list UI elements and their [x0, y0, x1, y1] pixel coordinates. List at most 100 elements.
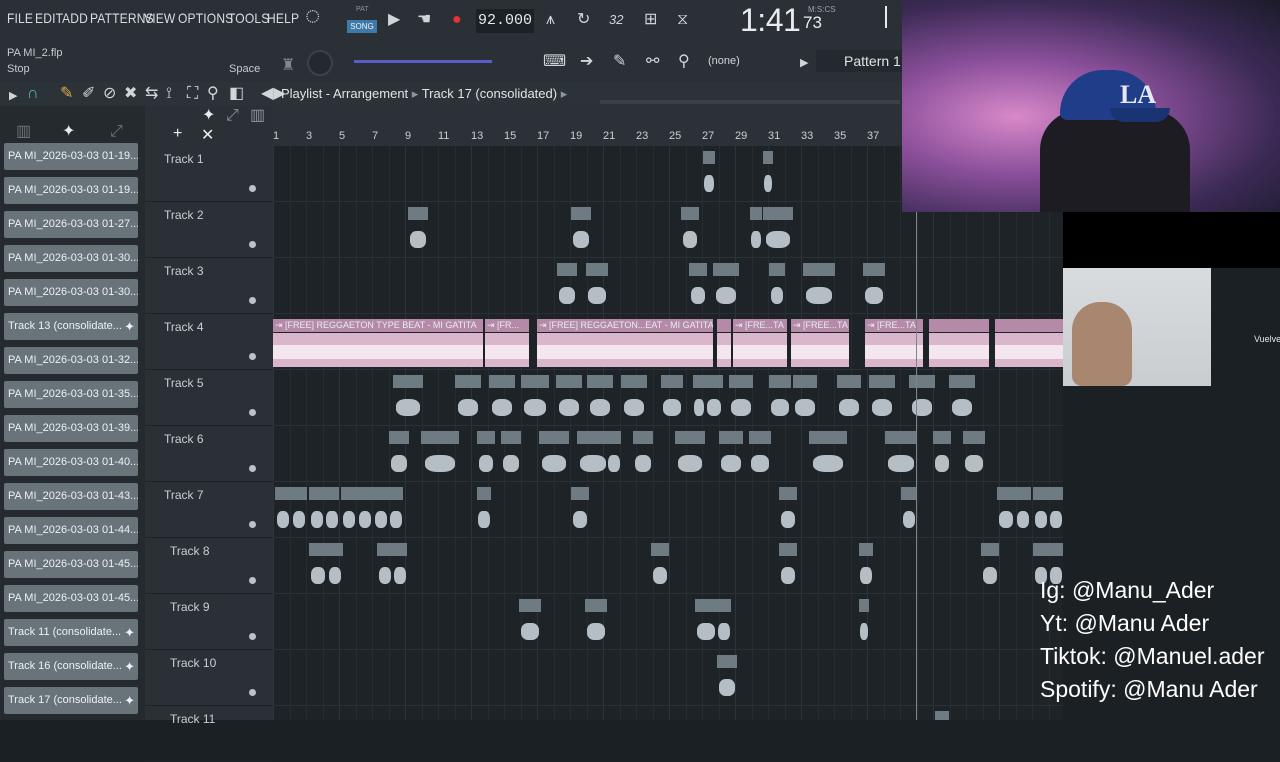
clip[interactable] [779, 543, 797, 591]
clip-header[interactable] [607, 431, 621, 444]
audio-clip[interactable]: ⇥ [FREE] REGGAETON TYPE BEAT - MI GATITA [273, 319, 483, 367]
metronome-dial-icon[interactable]: ◌ [305, 2, 320, 28]
clip[interactable] [713, 263, 739, 311]
channel-item[interactable]: PA MI_2026-03-03 01-43... [4, 483, 138, 510]
clip-header[interactable] [717, 319, 731, 332]
clip[interactable] [651, 543, 669, 591]
play-icon[interactable]: ▶ [388, 12, 400, 28]
menu-help[interactable]: HELP [267, 10, 299, 26]
clip[interactable] [607, 431, 621, 479]
clip[interactable] [309, 487, 325, 535]
timeline-ruler[interactable]: 1 3 5 7 9 11 13 15 17 19 21 23 25 27 29 31 33 35 37 [273, 106, 902, 146]
clip-header[interactable] [1033, 543, 1049, 556]
clip-header[interactable] [763, 207, 793, 220]
track-header[interactable]: Track 8 [145, 538, 273, 594]
waveform-view-icon[interactable]: ✦ [202, 108, 215, 124]
clip-header[interactable] [859, 599, 869, 612]
clip-header[interactable] [719, 431, 743, 444]
playback-tool-icon[interactable]: ◧ [229, 86, 244, 102]
clip[interactable] [377, 543, 393, 591]
clip-header[interactable] [863, 263, 885, 276]
clip[interactable] [749, 431, 771, 479]
next-arrow-icon[interactable]: ➔ [580, 54, 593, 70]
clip[interactable] [793, 375, 817, 423]
clip[interactable] [981, 543, 999, 591]
delete-tool-icon[interactable]: ⊘ [103, 86, 116, 102]
clip-header[interactable] [695, 599, 717, 612]
track-header[interactable]: Track 7 [145, 482, 273, 538]
clip-header[interactable]: ⇥ [FREE] REGGAETON TYPE BEAT - MI GATITA [273, 319, 483, 332]
clip-header[interactable]: ⇥ [FRE...TA [865, 319, 923, 332]
clip[interactable] [837, 375, 861, 423]
tempo-display[interactable]: 92.000 [476, 9, 534, 33]
clip-header[interactable] [661, 375, 683, 388]
clip-header[interactable] [291, 487, 307, 500]
clip[interactable] [859, 543, 873, 591]
keyboard-icon[interactable]: ▥ [250, 108, 265, 124]
clip-header[interactable] [809, 431, 847, 444]
clip[interactable] [681, 207, 699, 255]
clip-header[interactable]: ⇥ [FREE] REGGAETON...EAT - MI GATITA [537, 319, 713, 332]
clip[interactable] [357, 487, 373, 535]
clip-header[interactable] [935, 711, 949, 720]
clip-header[interactable] [519, 599, 541, 612]
clip-header[interactable] [729, 375, 753, 388]
channel-item[interactable]: PA MI_2026-03-03 01-30... [4, 279, 138, 306]
clip-header[interactable] [521, 375, 549, 388]
picker-audio-icon[interactable]: ✦ [62, 124, 75, 140]
channel-item[interactable]: Track 13 (consolidate... ✦ [4, 313, 138, 340]
clip[interactable] [935, 711, 949, 720]
clip-header[interactable] [357, 487, 373, 500]
menu-tools[interactable]: TOOLS [228, 10, 269, 26]
clip-header[interactable] [689, 263, 707, 276]
clip-header[interactable] [557, 263, 577, 276]
audio-clip[interactable] [995, 319, 1063, 367]
clip[interactable] [571, 487, 589, 535]
clip[interactable] [689, 263, 707, 311]
clip-header[interactable] [455, 375, 481, 388]
track-select-dot[interactable] [249, 633, 256, 640]
clip[interactable] [393, 543, 407, 591]
draw-tool-icon[interactable]: ✎ [60, 86, 73, 102]
clip[interactable] [621, 375, 647, 423]
clip[interactable] [291, 487, 307, 535]
clip[interactable] [327, 543, 343, 591]
channel-item[interactable]: PA MI_2026-03-03 01-35... [4, 381, 138, 408]
track-select-dot[interactable] [249, 353, 256, 360]
clip[interactable] [997, 487, 1015, 535]
clip-header[interactable] [963, 431, 985, 444]
track-select-dot[interactable] [249, 409, 256, 416]
snap-selector[interactable]: (none) [708, 55, 740, 67]
clip-header[interactable] [393, 543, 407, 556]
channel-item[interactable]: Track 11 (consolidate... ✦ [4, 619, 138, 646]
clip[interactable] [885, 431, 917, 479]
clip-header[interactable] [769, 263, 785, 276]
clip-header[interactable] [577, 431, 609, 444]
clip[interactable] [539, 431, 569, 479]
clip-header[interactable] [885, 431, 917, 444]
menu-view[interactable]: VIEW [144, 10, 175, 26]
song-position[interactable]: 1:41 [740, 2, 801, 39]
clip[interactable] [859, 599, 869, 647]
clip[interactable] [389, 487, 403, 535]
clip-header[interactable] [556, 375, 582, 388]
playlist-horizontal-scrollbar[interactable] [600, 100, 900, 104]
track-header[interactable]: Track 5 [145, 370, 273, 426]
step-edit-icon[interactable]: ⊞ [644, 12, 657, 28]
menu-edit[interactable]: EDIT [35, 10, 63, 26]
clip[interactable] [373, 487, 389, 535]
clip-header[interactable] [717, 599, 731, 612]
audio-clip[interactable]: ⇥ [FRE...TA [865, 319, 923, 367]
clip-header[interactable] [389, 487, 403, 500]
clip-header[interactable] [769, 375, 791, 388]
clip[interactable] [779, 487, 797, 535]
picker-pattern-icon[interactable]: ▥ [16, 124, 31, 140]
clip-header[interactable] [408, 207, 428, 220]
clip-header[interactable] [373, 487, 389, 500]
clip[interactable] [455, 375, 481, 423]
clip[interactable] [933, 431, 951, 479]
clip[interactable] [1015, 487, 1031, 535]
clip-header[interactable]: ⇥ [FRE...TA [733, 319, 787, 332]
pattern-selector[interactable]: Pattern 1 [816, 50, 902, 72]
clip-header[interactable] [901, 487, 917, 500]
